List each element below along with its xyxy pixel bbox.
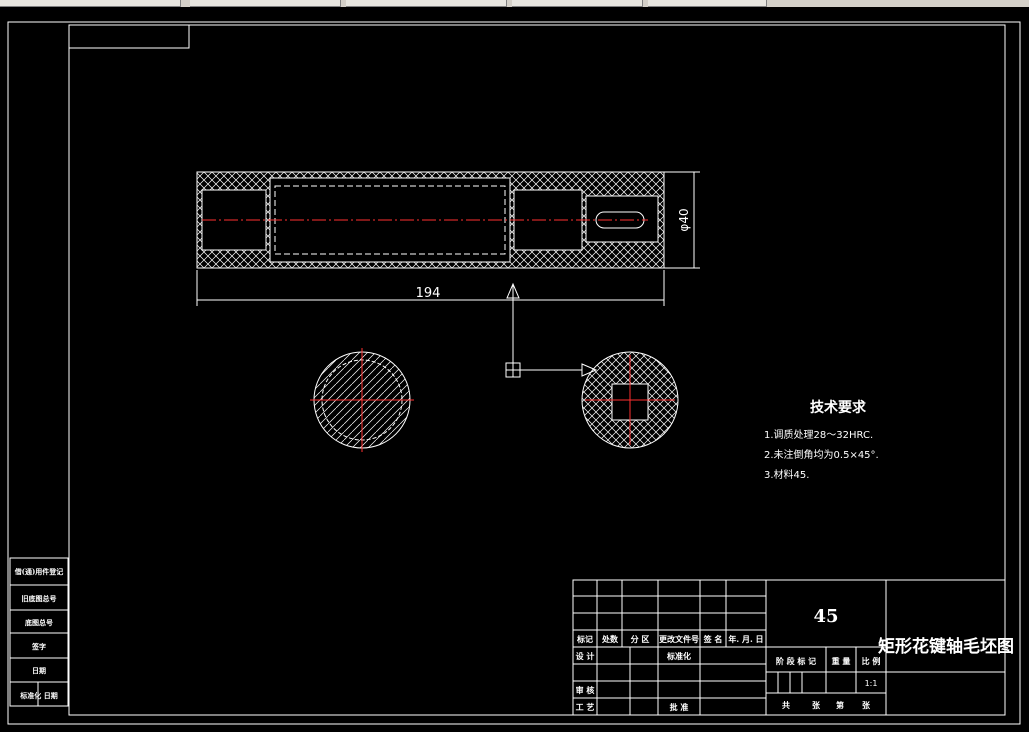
label-change-doc: 更改文件号 xyxy=(659,634,699,644)
label-sign: 签 名 xyxy=(703,634,723,644)
keyway-section xyxy=(581,351,679,449)
label-mark: 标记 xyxy=(576,634,593,644)
label-review: 审 核 xyxy=(576,685,595,695)
side-table: 借(通)用件登记 旧底图总号 底图总号 签字 日期 标准化 日期 xyxy=(9,557,69,707)
tech-req-item-3: 3.材料45. xyxy=(764,468,809,481)
label-sheet-no: 第 xyxy=(836,700,844,710)
side-row-3: 底图总号 xyxy=(25,618,53,627)
side-row-5: 日期 xyxy=(32,666,46,675)
label-design: 设 计 xyxy=(576,651,595,661)
side-row-2: 旧底图总号 xyxy=(22,594,57,603)
corner-box xyxy=(68,24,190,49)
label-process: 工 艺 xyxy=(576,702,595,712)
label-date: 年. 月. 日 xyxy=(728,634,763,644)
cad-drawing[interactable]: φ40 194 技术要求 1.调质处理28～32HRC. 2.未注倒角均为0.5… xyxy=(0,0,1029,732)
length-dimension: 194 xyxy=(416,286,441,301)
label-stage-mark: 阶 段 标 记 xyxy=(776,656,816,666)
label-count: 处数 xyxy=(601,634,619,644)
label-standardize: 标准化 xyxy=(666,651,691,661)
label-ratio: 比 例 xyxy=(862,656,881,666)
tech-req-item-2: 2.未注倒角均为0.5×45°. xyxy=(764,448,879,461)
side-row-6: 标准化 日期 xyxy=(19,691,57,700)
label-approve: 批 准 xyxy=(670,702,689,712)
scale-value: 1:1 xyxy=(865,679,878,688)
diameter-dimension: φ40 xyxy=(677,208,691,231)
side-row-4: 签字 xyxy=(31,642,46,651)
label-sheets: 张 xyxy=(812,700,821,710)
label-total: 共 xyxy=(782,700,790,710)
sheet-border xyxy=(7,21,1021,725)
label-sheet: 张 xyxy=(862,700,871,710)
material-value: 45 xyxy=(813,606,838,627)
ucs-icon xyxy=(505,282,598,378)
title-block: 标记 处数 分 区 更改文件号 签 名 年. 月. 日 设 计 标准化 审 核 … xyxy=(572,579,1014,716)
label-zone: 分 区 xyxy=(631,634,650,644)
main-view: φ40 194 xyxy=(196,171,700,306)
drawing-title: 矩形花键轴毛坯图 xyxy=(878,636,1014,657)
spline-section xyxy=(310,348,414,452)
tech-req-item-1: 1.调质处理28～32HRC. xyxy=(764,429,873,441)
tech-req-title: 技术要求 xyxy=(810,399,867,416)
side-row-1: 借(通)用件登记 xyxy=(14,567,64,576)
label-weight: 重 量 xyxy=(832,656,851,666)
